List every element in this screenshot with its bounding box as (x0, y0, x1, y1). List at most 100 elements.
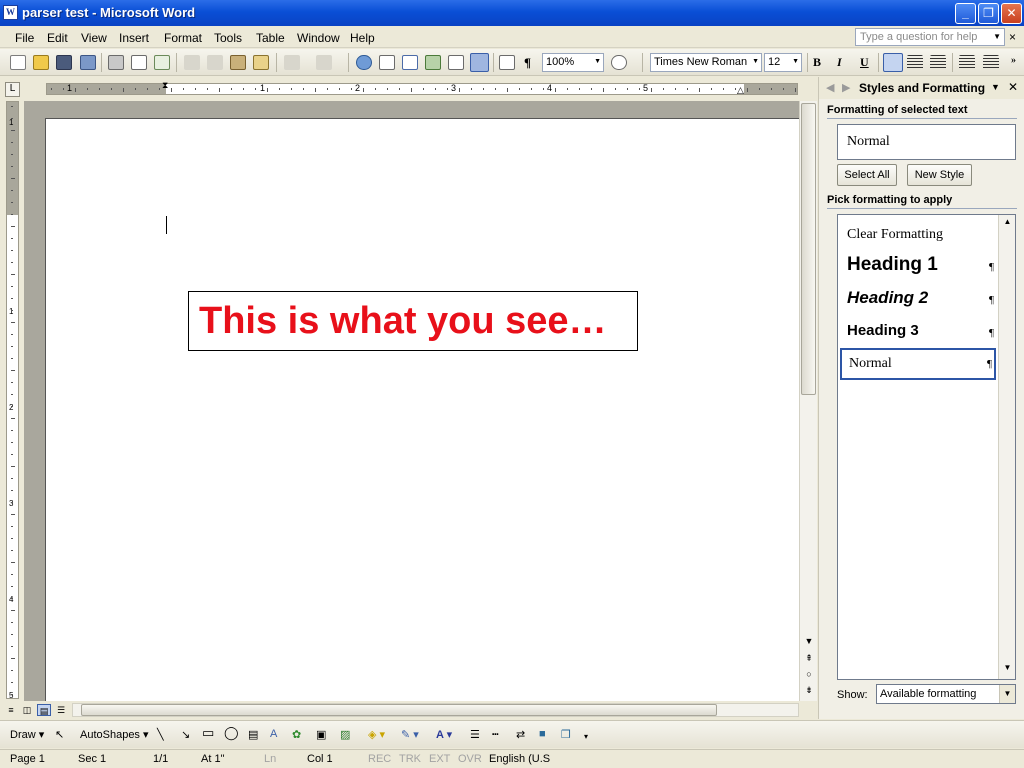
chevron-down-icon[interactable]: ▼ (999, 685, 1015, 703)
columns-icon[interactable] (448, 55, 464, 70)
new-document-icon[interactable] (10, 55, 26, 70)
style-normal[interactable]: Normal ¶ (840, 348, 996, 380)
text-box-content[interactable]: This is what you see… (199, 300, 607, 343)
scroll-up-icon[interactable]: ▲ (1001, 217, 1014, 230)
wordart-icon[interactable]: A (270, 728, 277, 740)
chevron-down-icon[interactable]: ▼ (792, 58, 799, 65)
italic-button[interactable]: I (837, 55, 842, 70)
align-center-icon[interactable] (907, 55, 923, 70)
toolbar-options-icon[interactable]: ▾ (584, 732, 588, 741)
status-ovr[interactable]: OVR (458, 753, 482, 765)
line-style-icon[interactable]: ☰ (470, 728, 480, 741)
word-app-icon[interactable]: W (3, 5, 18, 20)
arrow-icon[interactable]: ↘ (181, 728, 190, 741)
maximize-button[interactable]: ❐ (978, 3, 999, 24)
bold-button[interactable]: B (813, 55, 821, 70)
select-browse-object-icon[interactable]: ○ (802, 669, 816, 682)
document-page[interactable]: This is what you see… (45, 118, 799, 701)
forward-arrow-icon[interactable]: ▶ (842, 81, 850, 94)
chevron-down-icon[interactable]: ▼ (993, 32, 1001, 41)
print-preview-icon[interactable] (131, 55, 147, 70)
3d-style-icon[interactable]: ❒ (561, 728, 571, 741)
horizontal-scrollbar[interactable] (72, 703, 799, 717)
horizontal-scroll-thumb[interactable] (81, 704, 717, 716)
outline-view-icon[interactable]: ☰ (54, 704, 68, 716)
diagram-icon[interactable]: ✿ (292, 728, 301, 741)
status-trk[interactable]: TRK (399, 753, 421, 765)
back-arrow-icon[interactable]: ◀ (826, 81, 834, 94)
fill-color-icon[interactable]: ◈ ▾ (368, 728, 385, 741)
insert-table-icon[interactable] (402, 55, 418, 70)
style-heading-3[interactable]: Heading 3 ¶ (840, 316, 996, 346)
insert-picture-icon[interactable]: ▨ (340, 728, 350, 741)
paste-icon[interactable] (230, 55, 246, 70)
minimize-button[interactable]: _ (955, 3, 976, 24)
style-clear-formatting[interactable]: Clear Formatting (840, 219, 996, 249)
menu-file[interactable]: File (15, 31, 34, 45)
document-map-icon[interactable] (499, 55, 515, 70)
text-box[interactable]: This is what you see… (188, 291, 638, 351)
font-size-combo[interactable]: 12 ▼ (764, 53, 802, 72)
menu-format[interactable]: Format (164, 31, 202, 45)
web-layout-view-icon[interactable]: ◫ (20, 704, 34, 716)
chevron-down-icon[interactable]: ▼ (594, 58, 601, 65)
zoom-combo[interactable]: 100% ▼ (542, 53, 604, 72)
indent-marker-icon[interactable]: ⧗ (162, 80, 168, 91)
toolbar-options-icon[interactable]: » (1011, 55, 1016, 66)
menu-insert[interactable]: Insert (119, 31, 149, 45)
hyperlink-icon[interactable] (356, 55, 372, 70)
dash-style-icon[interactable]: ┅ (492, 728, 499, 741)
line-color-icon[interactable]: ✎ ▾ (401, 728, 419, 741)
show-filter-dropdown[interactable]: Available formatting ▼ (876, 684, 1016, 704)
menu-edit[interactable]: Edit (47, 31, 68, 45)
menu-view[interactable]: View (81, 31, 107, 45)
status-rec[interactable]: REC (368, 753, 391, 765)
numbering-icon[interactable] (959, 55, 975, 70)
select-all-button[interactable]: Select All (837, 164, 897, 186)
permission-icon[interactable] (80, 55, 96, 70)
normal-view-icon[interactable]: ≡ (4, 704, 18, 716)
align-left-icon[interactable] (883, 53, 903, 72)
task-pane-menu-icon[interactable]: ▼ (991, 82, 1000, 92)
close-button[interactable]: ✕ (1001, 3, 1022, 24)
tab-selector[interactable]: L (5, 82, 20, 97)
select-objects-icon[interactable]: ↖ (55, 728, 64, 741)
tables-borders-icon[interactable] (379, 55, 395, 70)
spelling-icon[interactable] (154, 55, 170, 70)
document-close-icon[interactable]: × (1009, 30, 1016, 44)
arrow-style-icon[interactable]: ⇄ (516, 728, 525, 741)
help-icon[interactable] (611, 55, 627, 70)
help-question-input[interactable]: Type a question for help ▼ (855, 28, 1005, 46)
menu-help[interactable]: Help (350, 31, 375, 45)
cut-icon[interactable] (184, 55, 200, 70)
menu-tools[interactable]: Tools (214, 31, 242, 45)
selected-style-field[interactable]: Normal (837, 124, 1016, 160)
previous-page-icon[interactable]: ⇞ (802, 653, 816, 666)
scroll-down-icon[interactable]: ▼ (1001, 663, 1014, 676)
clip-art-icon[interactable]: ▣ (316, 728, 326, 741)
chevron-down-icon[interactable]: ▼ (752, 58, 759, 65)
shadow-style-icon[interactable]: ■ (539, 728, 546, 740)
horizontal-ruler[interactable]: 1 1 2 3 4 5 ⧗ △ (46, 80, 798, 95)
copy-icon[interactable] (207, 55, 223, 70)
show-hide-pilcrow-icon[interactable]: ¶ (524, 55, 531, 71)
scroll-down-icon[interactable]: ▼ (802, 636, 816, 649)
line-icon[interactable]: ╲ (157, 728, 164, 741)
text-box-icon[interactable]: ▤ (248, 728, 258, 741)
save-icon[interactable] (56, 55, 72, 70)
menu-window[interactable]: Window (297, 31, 340, 45)
font-name-combo[interactable]: Times New Roman ▼ (650, 53, 762, 72)
autoshapes-menu-button[interactable]: AutoShapes ▾ (80, 728, 149, 741)
undo-icon[interactable] (284, 55, 300, 70)
vertical-scroll-thumb[interactable] (801, 103, 816, 395)
bullets-icon[interactable] (983, 55, 999, 70)
draw-menu-button[interactable]: Draw ▾ (10, 728, 44, 741)
open-folder-icon[interactable] (33, 55, 49, 70)
style-heading-1[interactable]: Heading 1 ¶ (840, 250, 996, 280)
align-right-icon[interactable] (930, 55, 946, 70)
drawing-toggle-icon[interactable] (470, 53, 489, 72)
style-heading-2[interactable]: Heading 2 ¶ (840, 283, 996, 313)
menu-table[interactable]: Table (256, 31, 285, 45)
style-list-scrollbar[interactable]: ▲ ▼ (998, 215, 1015, 679)
vertical-scrollbar[interactable]: ▼ ⇞ ○ ⇟ (799, 101, 817, 701)
